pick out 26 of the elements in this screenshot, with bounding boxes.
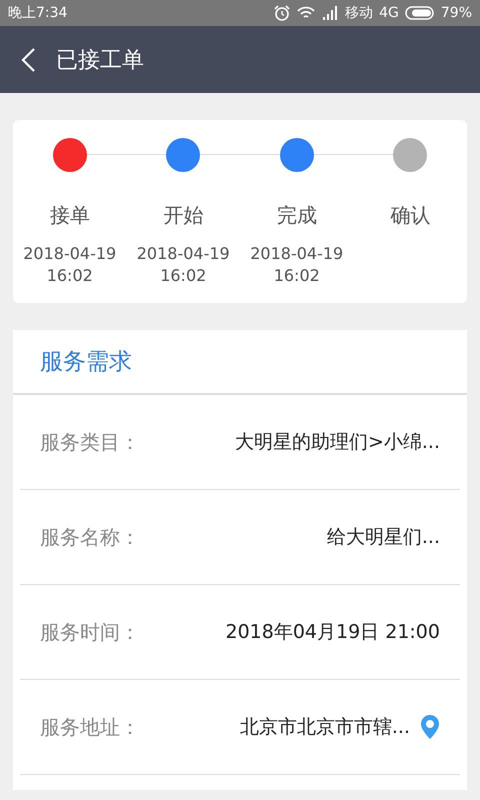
page-title: 已接工单 — [56, 46, 144, 74]
back-icon[interactable] — [20, 46, 36, 72]
step-timestamp: 2018-04-19 16:02 — [23, 243, 116, 287]
step-label: 完成 — [276, 202, 317, 229]
field-label: 服务类目： — [40, 428, 140, 456]
status-time: 晚上7:34 — [8, 4, 68, 22]
battery-icon — [404, 6, 435, 20]
field-label: 服务名称： — [40, 524, 140, 550]
field-label: 服务时间： — [40, 618, 140, 646]
location-pin-icon[interactable] — [420, 714, 440, 740]
field-label: 服务地址： — [40, 714, 140, 740]
field-value: 大明星的助理们>小绵... — [234, 430, 440, 455]
section-title: 服务需求 — [40, 348, 132, 377]
field-value: 2018年04月19日 21:00 — [224, 620, 440, 645]
step-label: 接单 — [50, 202, 90, 229]
alarm-clock-icon — [273, 5, 292, 21]
step-timestamp: 2018-04-19 16:02 — [250, 243, 344, 287]
network-label: 4G — [379, 5, 399, 21]
signal-icon — [321, 5, 340, 21]
battery-percent: 79% — [440, 5, 472, 21]
step-label: 确认 — [390, 202, 430, 229]
step-label: 开始 — [163, 202, 204, 229]
field-value: 给大明星们... — [326, 525, 440, 550]
carrier-label: 移动 — [345, 4, 374, 22]
step-timestamp: 2018-04-19 16:02 — [136, 243, 230, 287]
field-value: 北京市北京市市辖... — [238, 715, 410, 740]
